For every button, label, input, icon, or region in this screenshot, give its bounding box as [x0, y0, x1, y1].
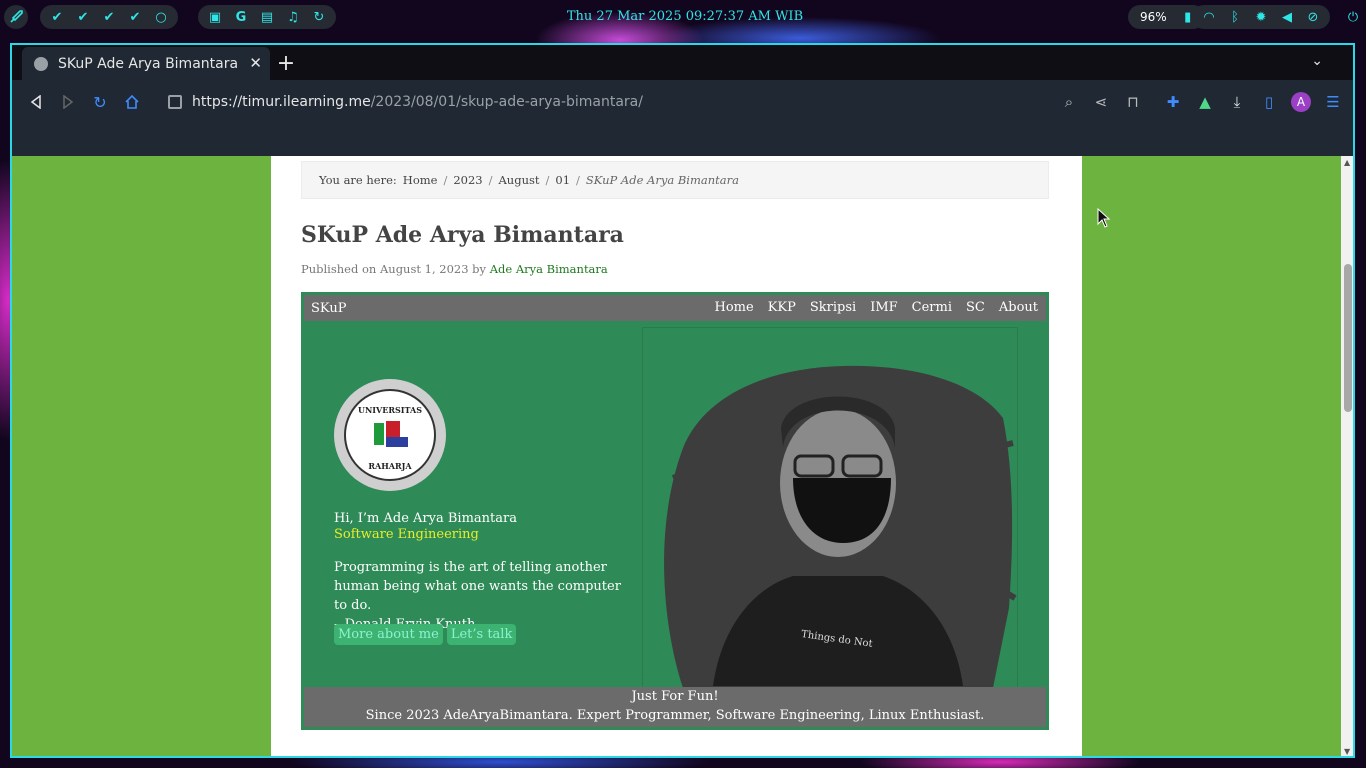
lets-talk-button[interactable]: Let’s talk	[446, 624, 517, 645]
profile-photo: Things do Not	[642, 327, 1018, 699]
nav-kkp[interactable]: KKP	[768, 300, 796, 315]
scroll-up-icon[interactable]: ▲	[1344, 158, 1350, 167]
breadcrumb-month[interactable]: August	[499, 173, 540, 187]
workspace-1-icon[interactable]: ✔	[46, 6, 68, 28]
greeting: Hi, I’m Ade Arya Bimantara	[334, 511, 517, 526]
reload-button[interactable]: ↻	[88, 90, 112, 114]
workspace-2-icon[interactable]: ✔	[72, 6, 94, 28]
nav-home[interactable]: Home	[715, 300, 754, 315]
flask-icon[interactable]: ▲	[1193, 90, 1217, 114]
nav-about[interactable]: About	[999, 300, 1038, 315]
refresh-icon[interactable]: ↻	[308, 6, 330, 28]
breadcrumb-current: SKuP Ade Arya Bimantara	[585, 173, 739, 187]
wifi-icon[interactable]: ◠	[1198, 6, 1220, 28]
tab-strip: SKuP Ade Arya Bimantara ✕ + ⌄	[12, 45, 1353, 80]
workspace-3-icon[interactable]: ✔	[98, 6, 120, 28]
status-tray: ◠ ᛒ ✹ ◀ ⊘	[1192, 5, 1330, 29]
workspace-4-icon[interactable]: ✔	[124, 6, 146, 28]
music-icon[interactable]: ♫	[282, 6, 304, 28]
chevron-down-icon[interactable]: ⌄	[1311, 53, 1323, 69]
url-host: https://timur.ilearning.me	[192, 94, 371, 110]
bluetooth-icon[interactable]: ᛒ	[1224, 6, 1246, 28]
workspace-switcher[interactable]: ✔ ✔ ✔ ✔ ○	[40, 5, 178, 29]
back-button[interactable]	[24, 90, 48, 114]
author-link[interactable]: Ade Arya Bimantara	[490, 262, 608, 276]
google-icon[interactable]: G	[230, 6, 252, 28]
hero-buttons: More about me Let’s talk	[334, 624, 517, 645]
breadcrumb-prefix: You are here:	[319, 173, 397, 187]
share-icon[interactable]: ⋖	[1089, 90, 1113, 114]
tab-title: SKuP Ade Arya Bimantara	[58, 55, 239, 72]
browser-window: SKuP Ade Arya Bimantara ✕ + ⌄ ↻ https://…	[10, 43, 1355, 758]
launcher-button[interactable]	[4, 5, 28, 29]
save-icon[interactable]: ▤	[256, 6, 278, 28]
globe-icon	[34, 56, 48, 71]
nav-cermi[interactable]: Cermi	[912, 300, 952, 315]
page-viewport: You are here: Home/ 2023/ August/ 01/ SK…	[12, 156, 1341, 756]
content-column: You are here: Home/ 2023/ August/ 01/ SK…	[271, 156, 1082, 756]
avatar: A	[1291, 92, 1311, 112]
scroll-down-icon[interactable]: ▼	[1344, 747, 1350, 756]
tab-active[interactable]: SKuP Ade Arya Bimantara ✕	[22, 47, 270, 80]
app-tray: ▣ G ▤ ♫ ↻	[198, 5, 336, 29]
new-tab-button[interactable]: +	[274, 51, 298, 76]
nav-imf[interactable]: IMF	[870, 300, 897, 315]
system-panel: ✔ ✔ ✔ ✔ ○ ▣ G ▤ ♫ ↻ Thu 27 Mar 2025 09:2…	[0, 0, 1366, 34]
battery-level: 96%	[1140, 10, 1167, 24]
extensions-icon[interactable]: ✚	[1161, 90, 1185, 114]
scrollbar-thumb[interactable]	[1344, 264, 1352, 412]
sidebar-icon[interactable]: ▯	[1257, 90, 1281, 114]
address-bar[interactable]: https://timur.ilearning.me /2023/08/01/s…	[162, 88, 1052, 116]
quote: Programming is the art of telling anothe…	[334, 558, 634, 634]
footer-tagline: Just For Fun!	[631, 689, 719, 704]
lock-icon	[168, 95, 182, 109]
post-date: Published on August 1, 2023 by	[301, 262, 487, 276]
home-button[interactable]	[120, 90, 144, 114]
post-meta: Published on August 1, 2023 by Ade Arya …	[301, 262, 608, 276]
url-path: /2023/08/01/skup-ade-arya-bimantara/	[370, 94, 643, 110]
power-button[interactable]: ⏻	[1342, 5, 1364, 29]
role-text: Software Engineering	[334, 527, 479, 542]
embedded-footer: Just For Fun! Since 2023 AdeAryaBimantar…	[304, 687, 1046, 727]
zoom-icon[interactable]: ⌕	[1057, 90, 1081, 114]
mic-muted-icon[interactable]: ⊘	[1302, 6, 1324, 28]
terminal-icon[interactable]: ▣	[204, 6, 226, 28]
power-icon: ⏻	[1347, 9, 1359, 25]
bookmark-icon[interactable]: ⊓	[1121, 90, 1145, 114]
profile-button[interactable]: A	[1289, 90, 1313, 114]
embedded-brand[interactable]: SKuP	[311, 301, 346, 316]
browser-toolbar: ↻ https://timur.ilearning.me /2023/08/01…	[12, 80, 1353, 156]
quote-text: Programming is the art of telling anothe…	[334, 560, 621, 613]
more-about-me-button[interactable]: More about me	[334, 624, 443, 645]
close-tab-icon[interactable]: ✕	[249, 54, 262, 72]
download-icon[interactable]: ⤓	[1225, 90, 1249, 114]
nav-sc[interactable]: SC	[966, 300, 985, 315]
workspace-5-icon[interactable]: ○	[150, 6, 172, 28]
mouse-cursor-icon	[1097, 207, 1111, 232]
university-logo: UNIVERSITAS RAHARJA	[334, 379, 446, 491]
page-scrollbar[interactable]: ▲ ▼	[1341, 156, 1353, 756]
page-title: SKuP Ade Arya Bimantara	[301, 222, 624, 248]
embedded-navbar: SKuP Home KKP Skripsi IMF Cermi SC About	[304, 295, 1046, 321]
footer-copyright: Since 2023 AdeAryaBimantara. Expert Prog…	[365, 708, 985, 723]
rocket-icon	[5, 6, 27, 28]
breadcrumb: You are here: Home/ 2023/ August/ 01/ SK…	[301, 161, 1049, 199]
breadcrumb-home[interactable]: Home	[403, 173, 438, 187]
breadcrumb-year[interactable]: 2023	[453, 173, 482, 187]
menu-icon[interactable]: ☰	[1321, 90, 1345, 114]
clock: Thu 27 Mar 2025 09:27:37 AM WIB	[566, 9, 804, 24]
volume-icon[interactable]: ◀	[1276, 6, 1298, 28]
settings-icon[interactable]: ✹	[1250, 6, 1272, 28]
embedded-site: SKuP Home KKP Skripsi IMF Cermi SC About…	[301, 292, 1049, 730]
nav-skripsi[interactable]: Skripsi	[810, 300, 856, 315]
breadcrumb-day[interactable]: 01	[555, 173, 570, 187]
forward-button[interactable]	[56, 90, 80, 114]
